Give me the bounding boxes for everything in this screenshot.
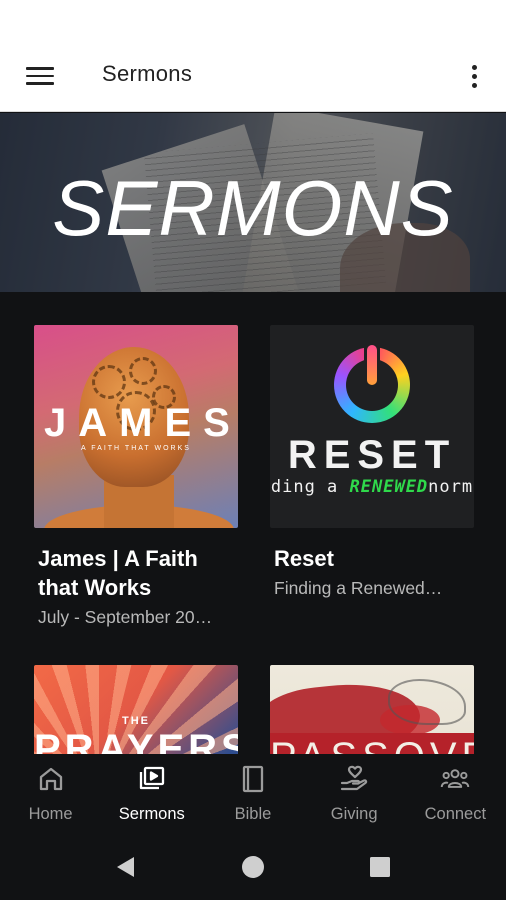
bottom-navigation: Home Sermons Bible Giving Connect	[0, 754, 506, 834]
book-icon	[242, 765, 264, 793]
sermon-card-reset[interactable]: RESET ding a RENEWEDnorm Reset Finding a…	[270, 325, 474, 599]
home-circle-icon[interactable]	[241, 855, 265, 879]
back-triangle-icon[interactable]	[114, 855, 138, 879]
page-title: Sermons	[102, 61, 193, 86]
nav-item-connect[interactable]: Connect	[407, 754, 503, 834]
system-navigation-bar	[0, 834, 506, 900]
hero-title: SERMONS	[52, 164, 454, 252]
app-bar: Sermons	[0, 40, 506, 112]
sermon-card-passover[interactable]: PASSOVE	[270, 665, 474, 754]
card-title: Reset	[274, 546, 334, 571]
group-icon	[441, 769, 470, 788]
sermon-card-james[interactable]: JAMES A FAITH THAT WORKS James | A Faith…	[34, 325, 238, 628]
series-artwork-reset: RESET ding a RENEWEDnorm	[270, 325, 474, 528]
video-library-icon	[139, 766, 164, 790]
series-artwork-prayers: THE PRAYERS	[34, 665, 238, 754]
nav-item-home[interactable]: Home	[3, 754, 99, 834]
home-icon	[39, 767, 62, 791]
sermon-card-prayers[interactable]: THE PRAYERS	[34, 665, 238, 754]
card-subtitle: Finding a Renewed…	[274, 578, 443, 598]
series-artwork-passover: PASSOVE	[270, 665, 474, 754]
nav-item-bible[interactable]: Bible	[205, 754, 301, 834]
hamburger-menu-icon[interactable]	[16, 56, 64, 96]
power-icon	[367, 345, 377, 385]
nav-item-giving[interactable]: Giving	[306, 754, 402, 834]
sketch-lion-image	[388, 679, 466, 725]
status-bar	[0, 0, 506, 40]
sermon-series-grid: JAMES A FAITH THAT WORKS James | A Faith…	[0, 292, 506, 754]
card-subtitle: July - September 20…	[38, 607, 213, 627]
card-title: James | A Faith that Works	[38, 546, 198, 600]
giving-hand-icon	[341, 765, 368, 791]
more-vertical-icon[interactable]	[454, 56, 494, 96]
nav-item-sermons[interactable]: Sermons	[104, 754, 200, 834]
series-artwork-james: JAMES A FAITH THAT WORKS	[34, 325, 238, 528]
hero-banner: SERMONS	[0, 113, 506, 292]
recents-square-icon[interactable]	[368, 855, 392, 879]
